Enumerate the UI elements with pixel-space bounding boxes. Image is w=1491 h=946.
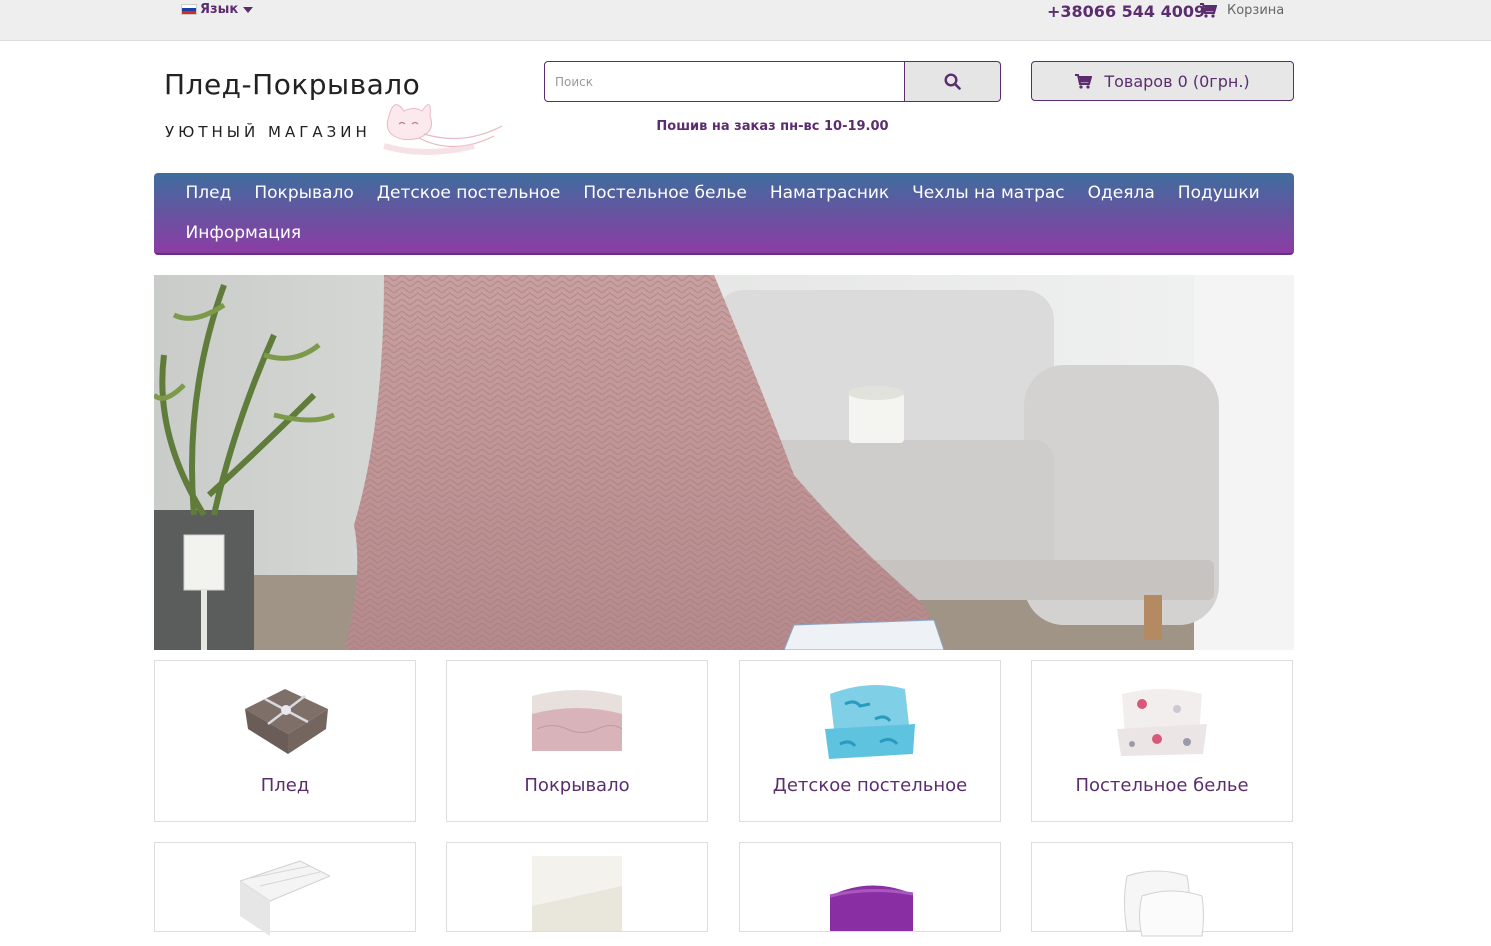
search-bar <box>544 61 1001 102</box>
search-icon <box>944 73 961 90</box>
promo-text: Пошив на заказ пн-вс 10-19.00 <box>656 119 889 134</box>
search-input[interactable] <box>544 61 905 102</box>
category-card-chekhly[interactable] <box>446 842 708 932</box>
menu-item-odeyala[interactable]: Одеяла <box>1076 173 1166 213</box>
category-image-odeyala <box>829 885 914 931</box>
category-label: Покрывало <box>524 775 630 796</box>
category-image-pled <box>245 689 328 754</box>
language-label: Язык <box>200 2 239 17</box>
category-card-odeyala[interactable] <box>739 842 1001 932</box>
menu-row-2: Информация <box>174 213 313 253</box>
top-bar: Язык +38066 544 4009 Корзина <box>0 0 1491 41</box>
category-card-pokryvalo[interactable]: Покрывало <box>446 660 708 822</box>
menu-item-informatsiya[interactable]: Информация <box>174 213 313 253</box>
site-logo[interactable]: Плед-Покрывало УЮТНЫЙ МАГАЗИН <box>164 66 504 158</box>
category-card-postelnoe-bele[interactable]: Постельное белье <box>1031 660 1293 822</box>
menu-item-pokryvalo[interactable]: Покрывало <box>243 173 365 213</box>
hero-banner[interactable] <box>154 275 1294 650</box>
russian-flag-icon <box>181 4 197 15</box>
category-image-podushki <box>1124 870 1204 937</box>
language-dropdown[interactable]: Язык <box>181 2 254 17</box>
category-card-pled[interactable]: Плед <box>154 660 416 822</box>
category-label: Постельное белье <box>1075 775 1249 796</box>
cat-logo-icon <box>383 104 503 155</box>
menu-item-pled[interactable]: Плед <box>174 173 243 213</box>
category-card-podushki[interactable] <box>1031 842 1293 937</box>
category-card-detskoe-postelnoe[interactable]: Детское постельное <box>739 660 1001 822</box>
top-cart-link[interactable]: Корзина <box>1200 3 1284 18</box>
main-menu: Плед Покрывало Детское постельное Постел… <box>154 173 1294 255</box>
shopping-cart-icon <box>1200 3 1217 18</box>
category-image-pokryvalo <box>532 690 622 751</box>
menu-row-1: Плед Покрывало Детское постельное Постел… <box>174 173 1271 213</box>
shopping-cart-icon <box>1075 73 1093 89</box>
category-image-postelnoe-bele <box>1117 689 1207 756</box>
category-label: Детское постельное <box>772 775 968 796</box>
menu-item-chekhly[interactable]: Чехлы на матрас <box>901 173 1077 213</box>
category-image-namatrasnik <box>240 860 330 936</box>
top-cart-label: Корзина <box>1227 3 1285 18</box>
search-button[interactable] <box>905 61 1001 102</box>
category-image-detskoe-postelnoe <box>825 685 915 759</box>
category-image-chekhly <box>532 856 622 931</box>
category-label: Плед <box>260 775 310 796</box>
logo-subtitle: УЮТНЫЙ МАГАЗИН <box>165 123 371 141</box>
menu-item-podushki[interactable]: Подушки <box>1166 173 1271 213</box>
banner-image <box>154 275 1294 650</box>
menu-item-postelnoe-bele[interactable]: Постельное белье <box>572 173 758 213</box>
category-card-namatrasnik[interactable] <box>154 842 416 936</box>
cart-button[interactable]: Товаров 0 (0грн.) <box>1031 61 1294 101</box>
menu-item-namatrasnik[interactable]: Наматрасник <box>758 173 900 213</box>
phone-number[interactable]: +38066 544 4009 <box>1047 2 1205 21</box>
cart-button-label: Товаров 0 (0грн.) <box>1104 71 1250 91</box>
menu-item-detskoe-postelnoe[interactable]: Детское постельное <box>365 173 572 213</box>
caret-down-icon <box>243 6 254 13</box>
